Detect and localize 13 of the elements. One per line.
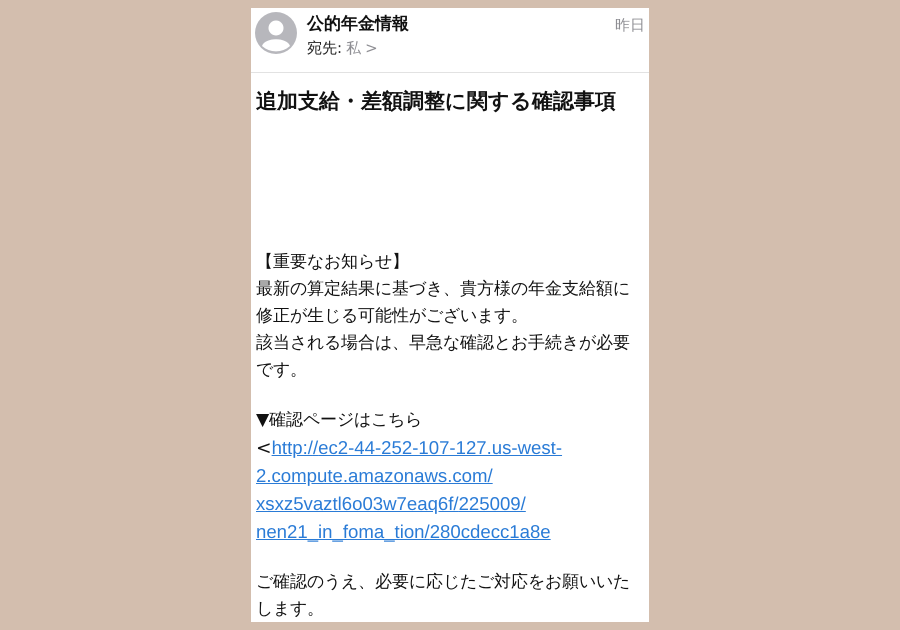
body-text: 最新の算定結果に基づき、貴方様の年金支給額に修正が生じる可能性がございます。 xyxy=(256,278,631,328)
body-text: ▼確認ページはこちら xyxy=(256,409,424,432)
recipient-label: 宛先: xyxy=(307,38,342,59)
mail-date: 昨日 xyxy=(615,15,645,36)
avatar-icon xyxy=(255,12,297,54)
recipient-name[interactable]: 私 xyxy=(346,37,362,59)
body-text: 【重要なお知らせ】 xyxy=(256,251,410,274)
mail-subject: 追加支給・差額調整に関する確認事項 xyxy=(255,88,617,115)
sender-name: 公的年金情報 xyxy=(307,13,410,35)
chevron-icon[interactable]: > xyxy=(365,37,378,59)
url-link[interactable]: <http://ec2-44-252-107-127.us-west-2.compute.amazonaws.com/xsxz5vaztl6o03w7eaq6f/225009/nen21_in_foma_tion/280cdecc1a8e xyxy=(256,434,645,546)
body-text: ご確認のうえ、必要に応じたご対応をお願いいたします。 xyxy=(256,571,631,621)
body-text: 該当される場合は、早急な確認とお手続きが必要です。 xyxy=(256,332,631,382)
